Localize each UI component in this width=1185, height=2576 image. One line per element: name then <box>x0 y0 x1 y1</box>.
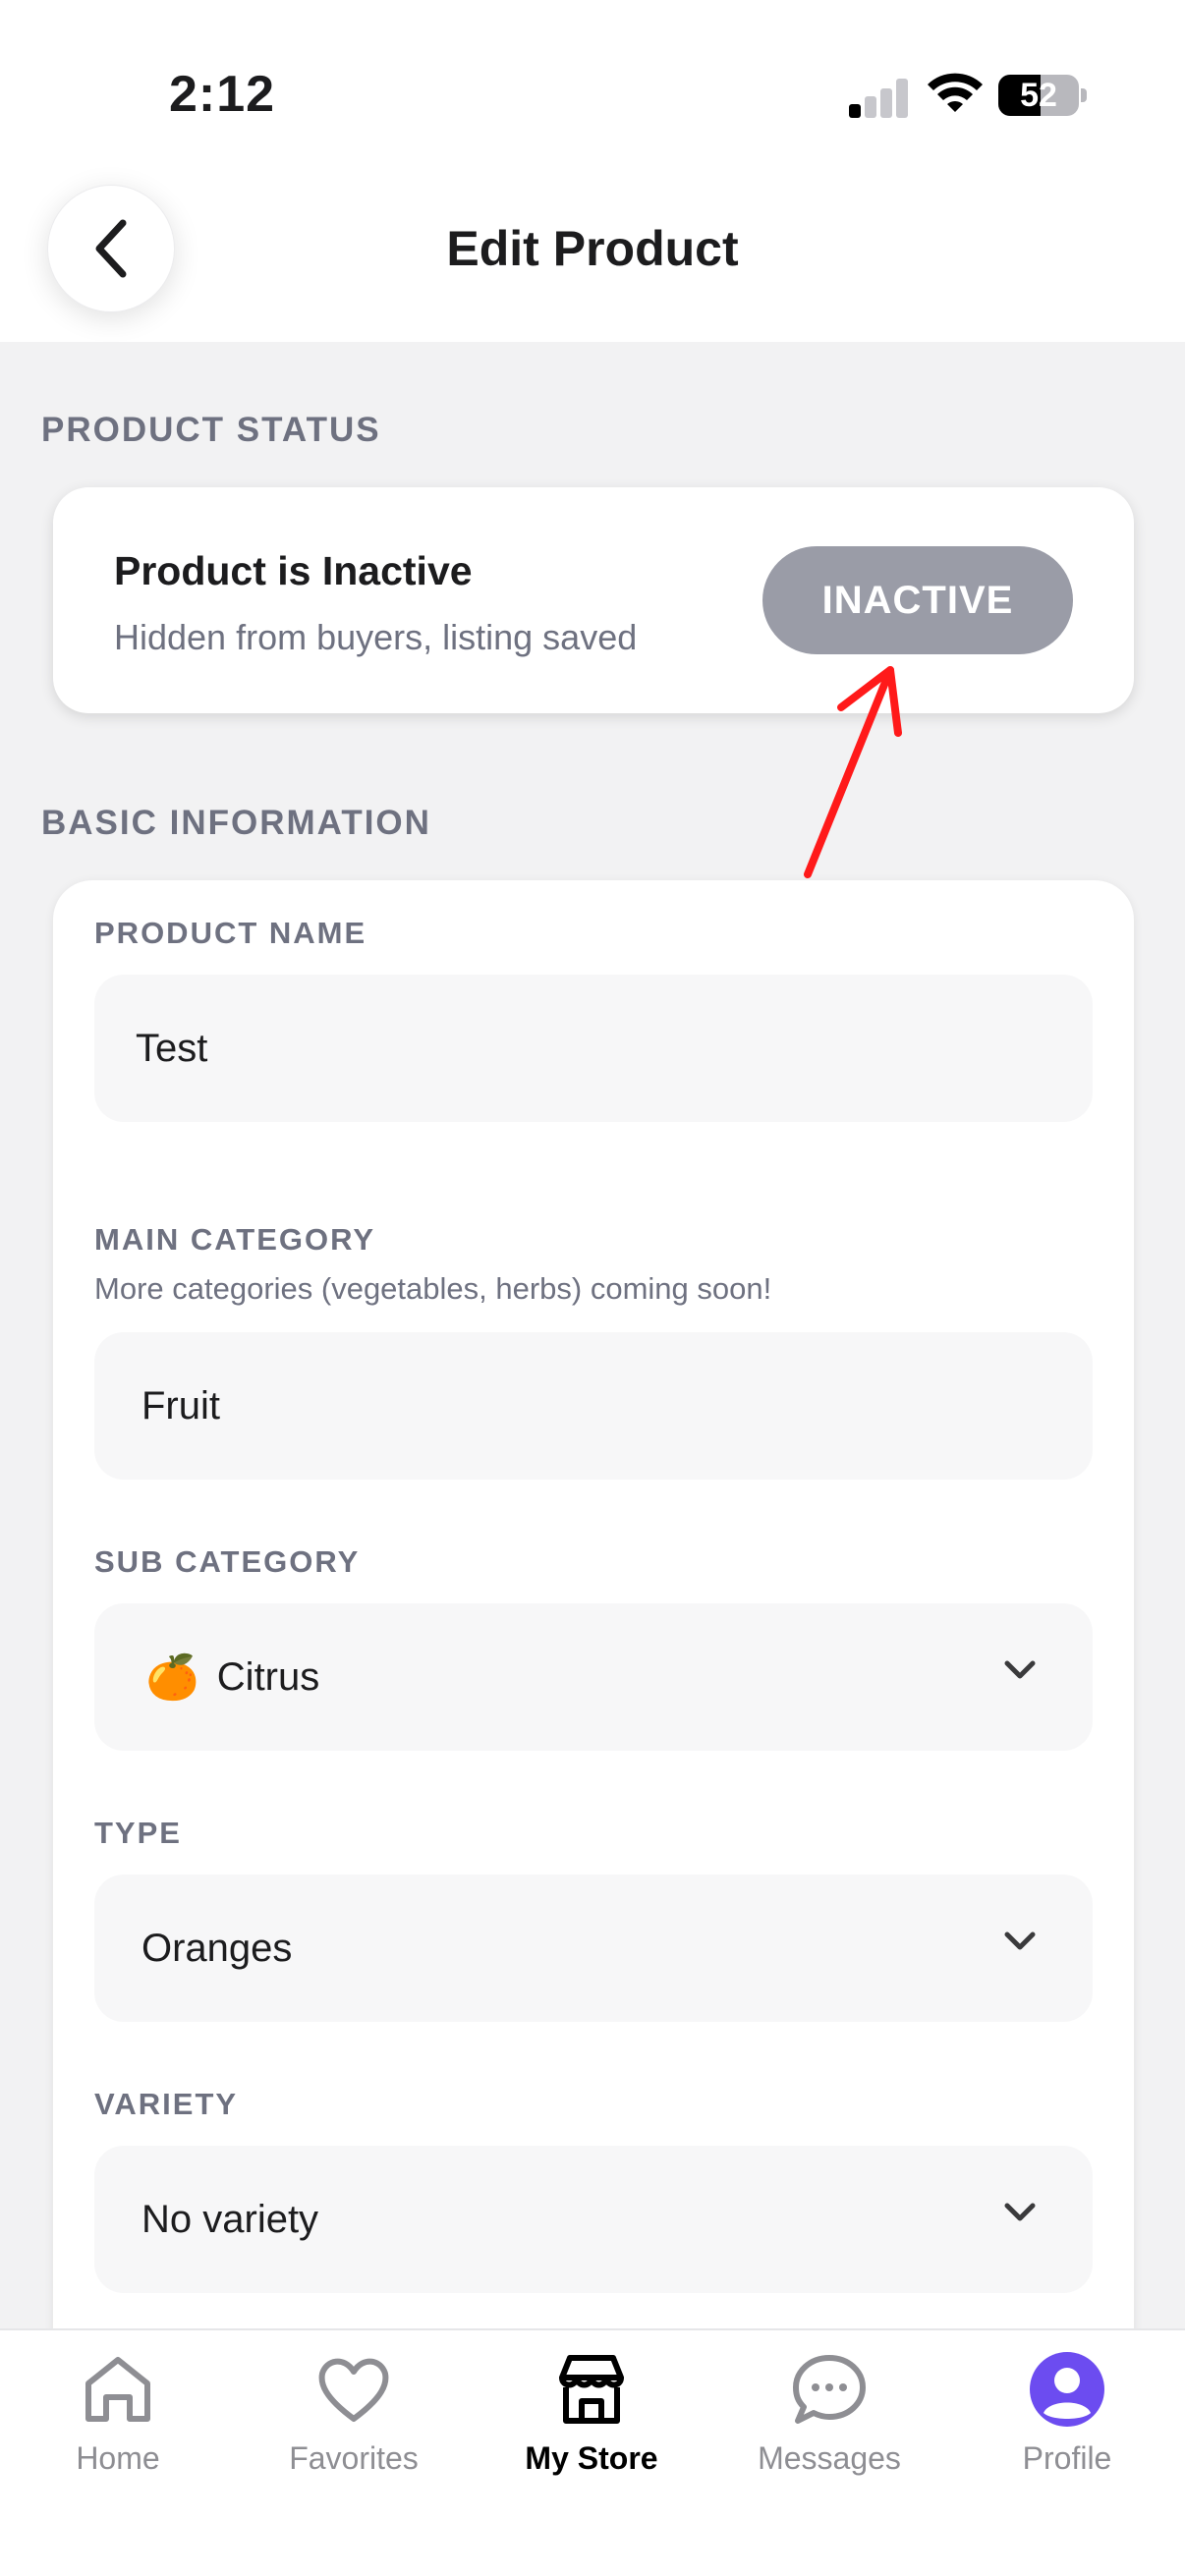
main-category-help: More categories (vegetables, herbs) comi… <box>94 1271 772 1306</box>
tab-messages-label: Messages <box>758 2440 901 2476</box>
chevron-down-icon <box>1004 1932 1036 1950</box>
orange-icon: 🍊 <box>145 1653 199 1702</box>
variety-select[interactable]: No variety <box>94 2146 1093 2293</box>
variety-label: VARIETY <box>94 2087 239 2121</box>
home-icon <box>85 2357 150 2422</box>
product-name-label: PRODUCT NAME <box>94 916 367 950</box>
main-category-value: Fruit <box>141 1383 220 1428</box>
section-label-product-status: PRODUCT STATUS <box>41 411 381 449</box>
tab-profile[interactable]: Profile <box>959 2350 1175 2477</box>
chat-icon <box>793 2355 866 2424</box>
tab-favorites-label: Favorites <box>289 2440 419 2476</box>
avatar-icon <box>1030 2352 1104 2427</box>
sub-category-label: SUB CATEGORY <box>94 1544 361 1579</box>
tab-home[interactable]: Home <box>10 2350 226 2477</box>
status-bar: 2:12 52 <box>0 0 1185 177</box>
main-category-label: MAIN CATEGORY <box>94 1222 376 1257</box>
store-icon <box>559 2355 624 2424</box>
product-name-input[interactable]: Test <box>94 975 1093 1122</box>
battery-icon: 52 <box>998 75 1079 116</box>
sub-category-select[interactable]: 🍊 Citrus <box>94 1603 1093 1751</box>
clock: 2:12 <box>169 66 276 123</box>
annotation-arrow <box>804 666 902 878</box>
chevron-down-icon <box>1004 1660 1036 1679</box>
page-title: Edit Product <box>446 221 739 276</box>
status-title: Product is Inactive <box>114 548 473 593</box>
type-label: TYPE <box>94 1816 182 1850</box>
heart-icon <box>318 2358 389 2422</box>
tab-home-label: Home <box>76 2440 160 2476</box>
tab-favorites[interactable]: Favorites <box>246 2350 462 2477</box>
tab-bar: Home Favorites My Store Messages Profile <box>0 2328 1185 2576</box>
section-label-basic-info: BASIC INFORMATION <box>41 804 431 842</box>
battery-tip <box>1081 88 1087 102</box>
tab-my-store-label: My Store <box>525 2440 658 2476</box>
tab-messages[interactable]: Messages <box>721 2350 937 2477</box>
type-select[interactable]: Oranges <box>94 1875 1093 2022</box>
product-status-card: Product is Inactive Hidden from buyers, … <box>53 487 1134 713</box>
variety-value: No variety <box>141 2197 319 2241</box>
basic-info-card: PRODUCT NAME Test MAIN CATEGORY More cat… <box>53 880 1134 2413</box>
nav-header: Edit Product <box>0 177 1185 342</box>
status-toggle-button[interactable]: INACTIVE <box>762 546 1073 654</box>
type-value: Oranges <box>141 1926 293 1970</box>
cellular-signal-icon <box>847 77 910 118</box>
main-category-field: Fruit <box>94 1332 1093 1480</box>
status-subtitle: Hidden from buyers, listing saved <box>114 617 638 657</box>
wifi-icon <box>928 73 983 112</box>
battery-level: 52 <box>1020 77 1057 114</box>
tab-my-store[interactable]: My Store <box>483 2350 700 2477</box>
sub-category-value: Citrus <box>216 1654 320 1699</box>
tab-profile-label: Profile <box>1022 2440 1112 2476</box>
chevron-down-icon <box>1004 2203 1036 2221</box>
product-name-value: Test <box>136 1026 208 1070</box>
